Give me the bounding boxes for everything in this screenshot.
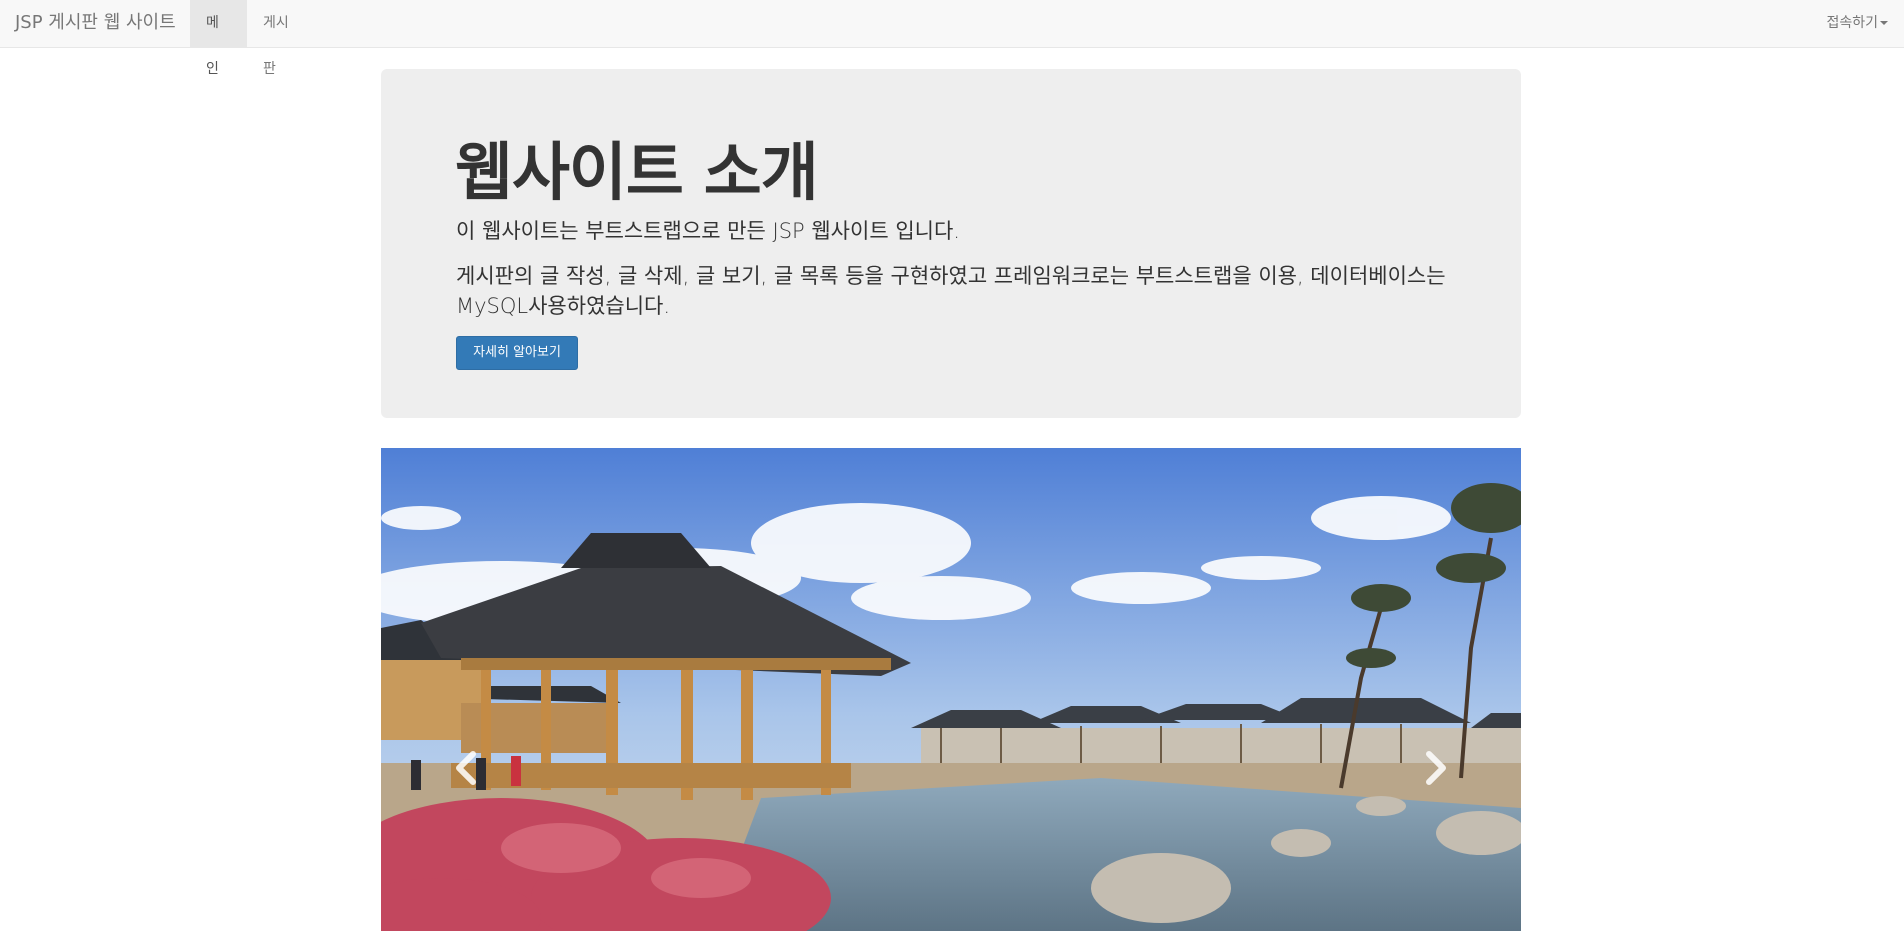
connect-dropdown[interactable]: 접속하기 [1826,0,1888,48]
chevron-left-icon[interactable] [447,748,487,788]
nav-item-main[interactable]: 메인 [190,0,247,77]
top-navbar: JSP 게시판 웹 사이트 메인 게시판 접속하기 [0,0,1904,77]
learn-more-button[interactable]: 자세히 알아보기 [456,336,578,370]
nav-item-board[interactable]: 게시판 [247,0,317,77]
jumbotron-description-text: 게시판의 글 작성, 글 삭제, 글 보기, 글 목록 등을 구현하였고 프레임… [456,264,1446,318]
caret-down-icon [1880,21,1888,25]
carousel-image-hanok-village [381,448,1521,931]
connect-dropdown-label: 접속하기 [1826,15,1878,31]
image-carousel [381,448,1521,931]
chevron-right-icon[interactable] [1415,748,1455,788]
jumbotron-intro-text: 이 웹사이트는 부트스트랩으로 만든 JSP 웹사이트 입니다. [456,219,960,243]
navbar-brand[interactable]: JSP 게시판 웹 사이트 [15,0,176,48]
jumbotron: 웹사이트 소개 이 웹사이트는 부트스트랩으로 만든 JSP 웹사이트 입니다.… [381,69,1521,418]
jumbotron-title: 웹사이트 소개 [455,136,819,209]
